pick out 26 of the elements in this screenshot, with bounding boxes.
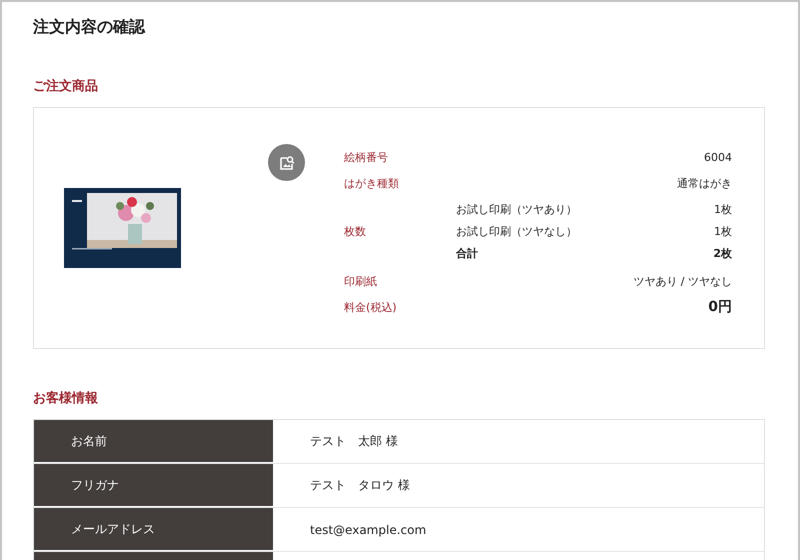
image-search-icon [278,154,294,170]
detail-label: はがき種類 [344,176,399,190]
table-cell-text: テスト タロウ 様 [309,477,411,494]
detail-label: 印刷紙 [344,274,377,288]
detail-value: ツヤあり / ツヤなし [633,274,732,288]
section-heading: お客様情報 [33,391,99,407]
detail-value: 0円 [708,298,732,316]
detail-value: 6004 [704,150,732,164]
quantity-value: 2枚 [713,246,732,260]
detail-value: 通常はがき [677,176,732,190]
quantity-name: お試し印刷（ツヤなし） [456,224,577,238]
table-header-cell: メールアドレス [34,508,273,551]
detail-label: 絵柄番号 [344,150,388,164]
table-header-cell: お名前 [34,420,273,463]
page-title: 注文内容の確認 [33,17,146,37]
table-header-cell: フリガナ [34,464,273,507]
table-cell-text: test@example.com [309,522,428,538]
quantity-value: 1枚 [714,224,732,238]
quantity-value: 1枚 [714,202,732,216]
table-cell-text: テスト 太郎 様 [309,433,399,450]
detail-label: 枚数 [344,224,367,238]
quantity-name: お試し印刷（ツヤあり） [456,202,577,216]
section-heading: ご注文商品 [33,79,99,95]
detail-label: 料金(税込) [344,300,397,314]
image-zoom-button[interactable] [268,144,305,181]
quantity-name: 合計 [456,246,478,260]
